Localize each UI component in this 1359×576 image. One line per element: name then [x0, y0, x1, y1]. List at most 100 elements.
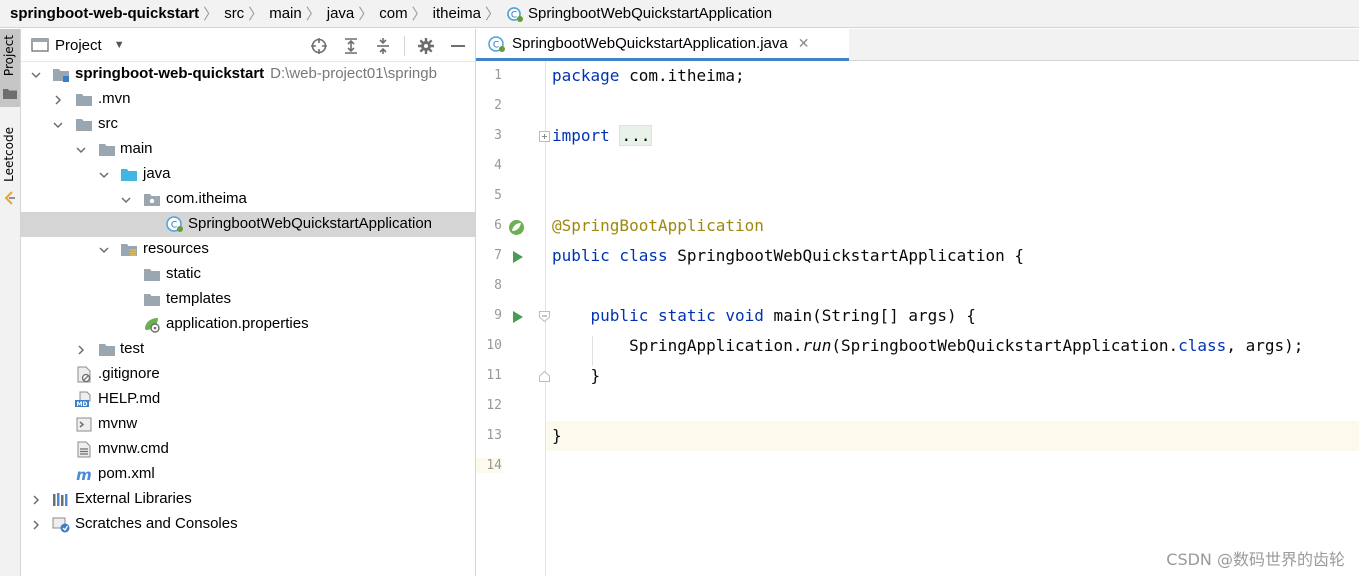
tree-label: resources: [143, 240, 209, 257]
line-number: 12: [486, 398, 502, 413]
line-number: 14: [476, 458, 502, 473]
tree-label: External Libraries: [75, 490, 192, 507]
leetcode-tool-label: Leetcode: [2, 127, 16, 182]
breadcrumb-item-itheima[interactable]: itheima 〉: [433, 3, 506, 24]
spring-class-icon: C: [166, 216, 183, 232]
chevron-right-icon: 〉: [305, 6, 321, 23]
select-opened-file-button[interactable]: [308, 35, 330, 57]
tree-item-app-properties[interactable]: application.properties: [21, 312, 475, 337]
line-number: 7: [494, 248, 502, 263]
folder-icon: [99, 344, 115, 356]
chevron-right-icon: 〉: [485, 6, 501, 23]
hide-panel-button[interactable]: [447, 35, 469, 57]
tree-item-static[interactable]: static: [21, 262, 475, 287]
chevron-down-icon: [99, 247, 109, 254]
tree-label: .mvn: [98, 90, 131, 107]
breadcrumb-item-class[interactable]: C SpringbootWebQuickstartApplication: [506, 5, 772, 23]
keyword: import: [552, 126, 610, 145]
close-icon[interactable]: ✕: [798, 35, 810, 52]
tree-item-pom[interactable]: m pom.xml: [21, 462, 475, 487]
folder-icon: [144, 269, 160, 281]
collapse-all-button[interactable]: [372, 35, 394, 57]
tree-item-resources[interactable]: resources: [21, 237, 475, 262]
project-tool-button[interactable]: Project: [0, 29, 20, 107]
line-number: 9: [494, 308, 502, 323]
tree-item-app-class[interactable]: C SpringbootWebQuickstartApplication: [21, 212, 475, 237]
breadcrumb-label: SpringbootWebQuickstartApplication: [528, 5, 773, 22]
chevron-down-icon: [53, 122, 63, 129]
markdown-file-icon: MD: [75, 391, 91, 408]
expand-all-button[interactable]: [340, 35, 362, 57]
code-area[interactable]: package com.itheima; import ... @SpringB…: [546, 61, 1359, 576]
package-icon: [144, 194, 160, 206]
run-icon[interactable]: [512, 251, 524, 263]
tree-label: application.properties: [166, 315, 309, 332]
tree-item-mvnw[interactable]: mvnw: [21, 412, 475, 437]
chevron-right-icon: [33, 520, 40, 530]
spring-class-icon: C: [507, 6, 524, 22]
line-number: 11: [486, 368, 502, 383]
source-folder-icon: [121, 169, 137, 181]
tree-item-scratches[interactable]: Scratches and Consoles: [21, 512, 475, 537]
line-number: 6: [494, 218, 502, 233]
tree-item-help[interactable]: MD HELP.md: [21, 387, 475, 412]
line-number: 4: [494, 158, 502, 173]
chevron-down-icon: [31, 72, 41, 79]
code-line-1: package com.itheima;: [552, 66, 745, 85]
breadcrumb-item-com[interactable]: com 〉: [379, 3, 432, 24]
chevron-right-icon: 〉: [248, 6, 264, 23]
run-icon[interactable]: [512, 311, 524, 323]
chevron-right-icon: 〉: [411, 6, 427, 23]
breadcrumb-item-src[interactable]: src 〉: [224, 3, 269, 24]
project-view-selector[interactable]: Project ▼: [27, 37, 125, 54]
chevron-right-icon: 〉: [358, 6, 374, 23]
breadcrumb-label: com: [379, 5, 408, 22]
editor-gutter: 1 2 3 4 5 6 7 8 9 10 11 12 13 14: [476, 61, 550, 576]
folded-imports[interactable]: ...: [619, 125, 653, 146]
settings-button[interactable]: [415, 35, 437, 57]
tree-item-main[interactable]: main: [21, 137, 475, 162]
tree-label: main: [120, 140, 153, 157]
line-number: 1: [494, 68, 502, 83]
code-text: , args);: [1226, 336, 1304, 355]
tree-label: java: [143, 165, 171, 182]
chevron-right-icon: [78, 345, 85, 355]
line-number: 8: [494, 278, 502, 293]
chevron-right-icon: 〉: [203, 6, 219, 23]
tree-item-templates[interactable]: templates: [21, 287, 475, 312]
svg-text:m: m: [76, 466, 92, 483]
code-line-7: public class SpringbootWebQuickstartAppl…: [552, 246, 1024, 265]
editor-tab-bar: C SpringbootWebQuickstartApplication.jav…: [476, 29, 1359, 61]
tree-label: static: [166, 265, 202, 282]
chevron-down-icon: [76, 147, 86, 154]
tree-item-mvn[interactable]: .mvn: [21, 87, 475, 112]
tree-item-external-libraries[interactable]: External Libraries: [21, 487, 475, 512]
tree-item-src[interactable]: src: [21, 112, 475, 137]
tree-item-mvnw-cmd[interactable]: mvnw.cmd: [21, 437, 475, 462]
breadcrumb-item-main[interactable]: main 〉: [269, 3, 327, 24]
folder-icon: [144, 294, 160, 306]
root-name: springboot-web-quickstart: [75, 65, 265, 82]
editor-tab-app-class[interactable]: C SpringbootWebQuickstartApplication.jav…: [476, 29, 849, 61]
tree-item-root[interactable]: springboot-web-quickstart D:\web-project0…: [21, 62, 475, 87]
svg-text:MD: MD: [77, 401, 88, 408]
code-text: }: [590, 366, 601, 385]
spring-bean-icon[interactable]: [508, 219, 525, 236]
project-panel-header: Project ▼: [21, 29, 475, 62]
code-line-6: @SpringBootApplication: [552, 216, 764, 235]
breadcrumb-label: java: [326, 5, 355, 22]
breadcrumb-label: springboot-web-quickstart: [10, 5, 200, 22]
folder-icon: [99, 144, 115, 156]
tree-item-package[interactable]: com.itheima: [21, 187, 475, 212]
line-number: 13: [486, 428, 502, 443]
text-file-icon: [77, 441, 91, 458]
leetcode-tool-button[interactable]: Leetcode: [0, 121, 20, 211]
breadcrumb-item-project[interactable]: springboot-web-quickstart 〉: [10, 3, 224, 24]
folder-icon: [3, 89, 17, 99]
breadcrumb-item-java[interactable]: java 〉: [327, 3, 380, 24]
tree-item-java[interactable]: java: [21, 162, 475, 187]
annotation: @SpringBootApplication: [552, 216, 764, 235]
tree-item-test[interactable]: test: [21, 337, 475, 362]
line-number: 3: [494, 128, 502, 143]
tree-item-gitignore[interactable]: .gitignore: [21, 362, 475, 387]
